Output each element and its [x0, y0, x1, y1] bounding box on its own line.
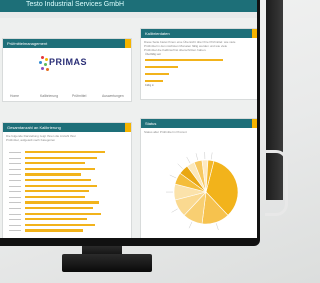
cable	[265, 150, 288, 216]
sub-bar	[0, 12, 257, 18]
category-label	[9, 224, 21, 226]
category-label	[9, 168, 21, 170]
app-title: Testo Industrial Services GmbH	[26, 1, 125, 8]
category-label	[9, 196, 21, 198]
panel-tab[interactable]	[125, 123, 131, 132]
calibration-bar	[145, 73, 169, 76]
inventory-bar	[25, 173, 81, 176]
panel-tab[interactable]	[125, 39, 131, 48]
inventory-bar	[25, 207, 93, 210]
calibration-bar	[145, 59, 223, 62]
screen: Testo Industrial Services GmbH Prüfmitte…	[0, 0, 257, 238]
pie-leader-line	[171, 208, 178, 213]
category-label	[9, 152, 21, 153]
inventory-bar	[25, 179, 91, 182]
legend-label: Überfällig seit	[145, 53, 161, 56]
panel-description: Die folgende Darstellung zeigt Ihnen die…	[6, 134, 77, 142]
category-label	[9, 208, 21, 209]
category-label	[9, 230, 21, 232]
panel-title: Status	[145, 121, 157, 126]
panel-title: Kalibrierdaten	[145, 31, 170, 36]
category-label	[9, 163, 21, 165]
panel-tab[interactable]	[252, 29, 257, 38]
status-pie-chart	[165, 152, 239, 231]
category-label	[9, 174, 21, 176]
nav-link[interactable]: Home	[10, 94, 19, 98]
panel-header: Kalibrierdaten	[141, 29, 257, 38]
app-title-bar: Testo Industrial Services GmbH	[0, 0, 257, 12]
nav-link[interactable]: Auswertungen	[102, 94, 124, 98]
monitor-base	[62, 254, 152, 272]
pie-leader-line	[169, 174, 177, 179]
category-label	[9, 185, 21, 187]
inventory-bar	[25, 151, 105, 154]
inventory-bar	[25, 201, 99, 204]
nav-link[interactable]: Kalibrierung	[40, 94, 58, 98]
inventory-bar	[25, 212, 101, 215]
category-label	[9, 202, 21, 204]
calibration-panel: Kalibrierdaten Diese Seite bietet Ihnen …	[140, 28, 257, 100]
legend-label: Fällig in	[145, 84, 154, 87]
pie-leader-line	[216, 223, 219, 231]
inventory-bar	[25, 156, 97, 159]
inventory-bar	[25, 184, 97, 187]
inventory-panel: Gesamtanzahl an Kalibrierung Die folgend…	[2, 122, 132, 238]
inventory-bar	[25, 229, 83, 232]
inventory-bar	[25, 195, 85, 199]
panel-tab[interactable]	[252, 119, 257, 128]
inventory-bar	[25, 167, 95, 171]
panel-title: Gesamtanzahl an Kalibrierung	[7, 125, 61, 130]
panel-header: Status	[141, 119, 257, 128]
calibration-bar	[145, 66, 178, 69]
category-label	[9, 157, 21, 159]
calibration-bar	[145, 80, 163, 83]
category-label	[9, 219, 21, 221]
inventory-bar	[25, 218, 87, 221]
inventory-bar	[25, 162, 85, 165]
inventory-bar	[25, 223, 95, 227]
status-panel: Status Status aller Prüfmittel in Prozen…	[140, 118, 257, 238]
category-label	[9, 213, 21, 215]
panel-description: Diese Seite bietet Ihnen eine Übersicht …	[144, 40, 236, 52]
panel-title: Prüfmittelmanagement	[7, 41, 48, 46]
logo-text: PRIMAS	[49, 57, 88, 67]
panel-description: Status aller Prüfmittel in Prozent	[144, 130, 187, 134]
pie-leader-line	[186, 156, 191, 164]
category-label	[9, 180, 21, 181]
nav-link[interactable]: Prüfmittel	[72, 94, 86, 98]
pie-leader-line	[195, 153, 198, 161]
category-label	[9, 191, 21, 193]
pie-leader-line	[177, 163, 183, 169]
inventory-bar	[25, 190, 89, 193]
panel-header: Prüfmittelmanagement	[3, 39, 131, 48]
pie-leader-line	[188, 221, 193, 229]
primas-logo: PRIMAS	[37, 55, 87, 75]
pie-leader-line	[210, 152, 213, 160]
panel-header: Gesamtanzahl an Kalibrierung	[3, 123, 131, 132]
